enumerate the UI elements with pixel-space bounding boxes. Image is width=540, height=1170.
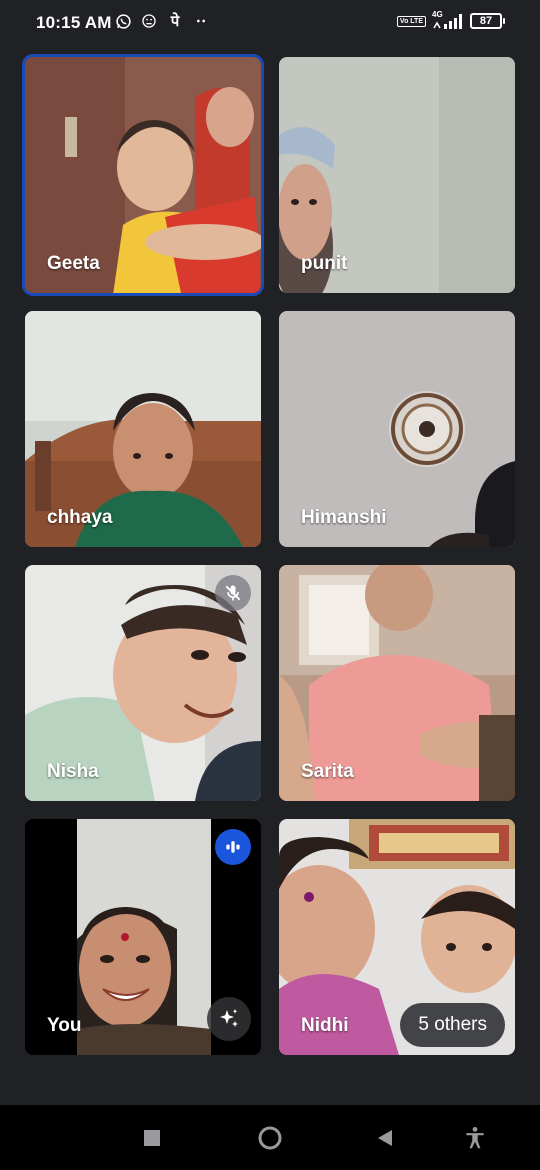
participant-tile-himanshi[interactable]: Himanshi — [279, 311, 515, 547]
participant-name: Geeta — [47, 253, 100, 274]
speaking-indicator-icon — [215, 829, 251, 865]
participant-tile-geeta[interactable]: Geeta — [22, 54, 264, 296]
muted-mic-icon — [215, 575, 251, 611]
circle-home-icon[interactable] — [255, 1123, 285, 1153]
participant-tile-sarita[interactable]: Sarita — [279, 565, 515, 801]
participant-name: punit — [301, 253, 348, 274]
participant-tile-chhaya[interactable]: chhaya — [25, 311, 261, 547]
system-navigation-bar — [0, 1105, 540, 1170]
accessibility-icon[interactable] — [460, 1123, 490, 1153]
participant-grid: Geeta punit chhaya Himanshi Nisha Sarita… — [0, 0, 540, 1170]
participant-name: You — [47, 1015, 82, 1036]
participant-name: Nisha — [47, 761, 99, 782]
participant-tile-you[interactable]: You — [25, 819, 261, 1055]
participant-tile-nisha[interactable]: Nisha — [25, 565, 261, 801]
effects-sparkle-icon[interactable] — [207, 997, 251, 1041]
square-recents-icon[interactable] — [137, 1123, 167, 1153]
triangle-back-icon[interactable] — [370, 1123, 400, 1153]
participant-tile-nidhi[interactable]: Nidhi 5 others — [279, 819, 515, 1055]
participant-name: Nidhi — [301, 1015, 349, 1036]
others-chip[interactable]: 5 others — [400, 1003, 505, 1047]
participant-name: chhaya — [47, 507, 113, 528]
participant-name: Sarita — [301, 761, 354, 782]
participant-tile-punit[interactable]: punit — [279, 57, 515, 293]
participant-name: Himanshi — [301, 507, 387, 528]
